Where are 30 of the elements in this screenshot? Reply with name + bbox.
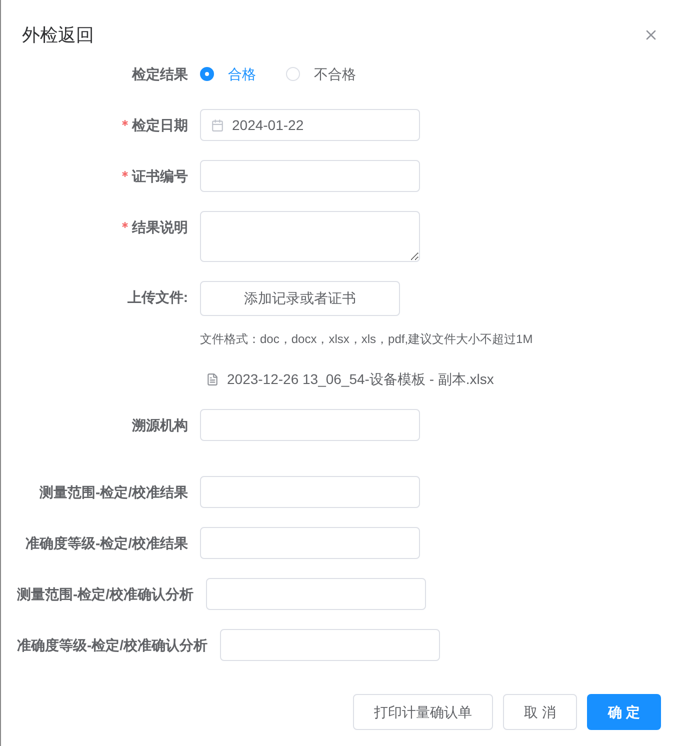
date-value: 2024-01-22 <box>232 116 304 134</box>
file-link[interactable]: 2023-12-26 13_06_54-设备模板 - 副本.xlsx <box>227 369 494 390</box>
field-label: 测量范围-检定/校准确认分析 <box>17 584 194 604</box>
input-field[interactable] <box>220 629 440 661</box>
date-field[interactable]: 2024-01-22 <box>200 109 420 141</box>
input-field[interactable] <box>200 527 420 559</box>
radio-option[interactable]: 不合格 <box>286 64 356 84</box>
input-field[interactable] <box>200 476 420 508</box>
field-label: 溯源机构 <box>132 416 188 434</box>
document-icon <box>206 373 219 386</box>
input-field[interactable] <box>206 578 426 610</box>
field-label: 检定日期 <box>132 116 188 134</box>
field-label: 检定结果 <box>132 64 188 84</box>
input-field[interactable] <box>200 160 420 192</box>
field-label: 证书编号 <box>132 166 188 186</box>
dialog-button[interactable]: 打印计量确认单 <box>353 694 494 730</box>
field-label: 准确度等级-检定/校准结果 <box>25 534 188 552</box>
dialog-button[interactable]: 取 消 <box>503 694 577 730</box>
field-label: 上传文件: <box>127 288 188 306</box>
calendar-icon <box>211 118 224 132</box>
field-label: 准确度等级-检定/校准确认分析 <box>17 636 208 654</box>
field-label: 测量范围-检定/校准结果 <box>39 482 188 502</box>
text-area[interactable] <box>200 211 420 262</box>
field-label: 结果说明 <box>132 218 188 236</box>
upload-button[interactable]: 添加记录或者证书 <box>200 281 400 316</box>
dialog-button[interactable]: 确 定 <box>587 694 661 730</box>
radio-option[interactable]: 合格 <box>200 64 256 84</box>
input-field[interactable] <box>200 409 420 441</box>
dialog-title: 外检返回 <box>22 24 94 46</box>
upload-hint: 文件格式：doc，docx，xlsx，xls，pdf,建议文件大小不超过1M <box>200 331 533 348</box>
